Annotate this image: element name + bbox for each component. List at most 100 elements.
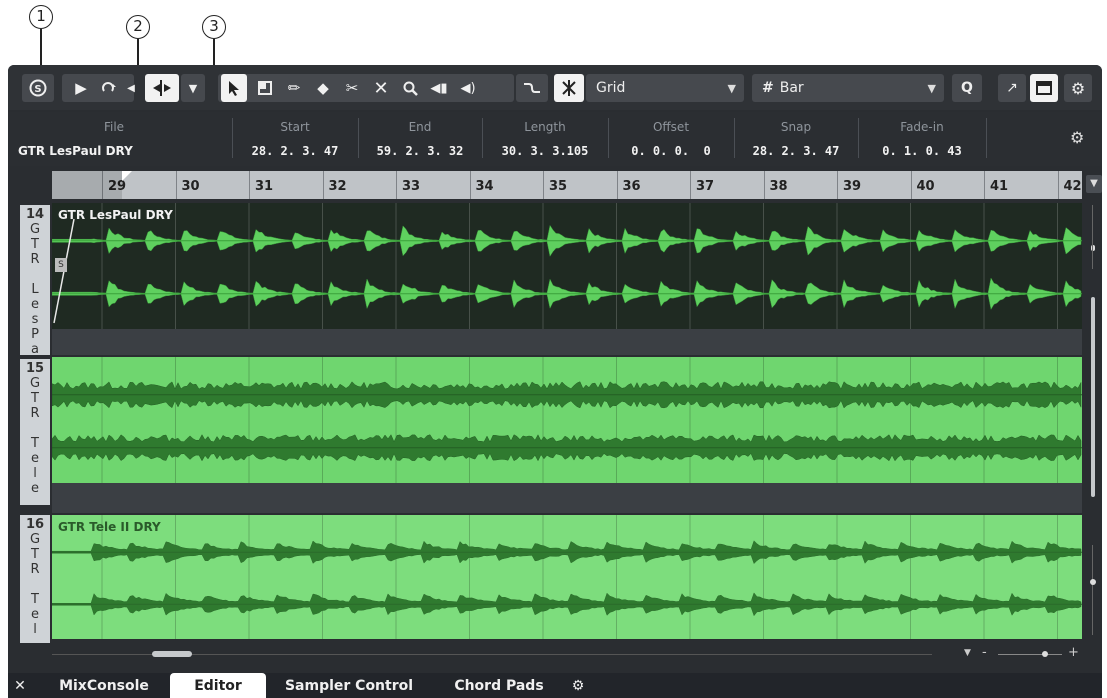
quantize-dropdown[interactable]: # Bar ▼ (752, 74, 944, 102)
horizontal-scrollbar[interactable]: ▼ - + (52, 645, 1082, 662)
tabs-settings-button[interactable]: ⚙ (564, 673, 592, 698)
zoom-slider-handle[interactable] (1042, 651, 1048, 657)
horizontal-scroll-thumb[interactable] (152, 651, 192, 657)
tab-label: MixConsole (59, 677, 149, 694)
info-line: File GTR LesPaul DRY Start 28. 2. 3. 47 … (8, 112, 1102, 166)
track-header-15[interactable]: 15 G T R Tele (20, 359, 50, 505)
snap-type-dropdown[interactable]: Grid ▼ (586, 74, 744, 102)
track-name-char: G (29, 532, 41, 547)
gear-icon: ⚙ (1070, 128, 1085, 147)
track-name-char: e (31, 481, 39, 496)
grid-snap-button[interactable] (554, 74, 584, 102)
track-name-char: R (30, 252, 40, 267)
track-name-char: G (29, 222, 41, 237)
ruler-tick (616, 171, 618, 199)
ruler-tick (984, 171, 985, 199)
info-separator (608, 118, 609, 158)
info-header: Fade-in (900, 120, 944, 134)
toolbar: S ▶ ◀ ▼ ✏ ◆ ✂ ✕ ◀▮ ◀) Grid ▼ # Bar ▼ Q ↗… (8, 65, 1102, 110)
snap-type-label: Grid (596, 80, 626, 96)
info-separator (986, 118, 987, 158)
auto-scroll-button[interactable] (145, 74, 179, 102)
range-select-icon[interactable] (252, 74, 278, 102)
mute-icon[interactable]: ✕ (368, 74, 394, 102)
info-value: 0. 0. 0. 0 (631, 144, 711, 158)
quantize-q-label: Q (961, 80, 973, 96)
ruler-tick (837, 171, 838, 199)
window-layout-button[interactable] (1030, 74, 1058, 102)
info-value: 28. 2. 3. 47 (752, 144, 840, 158)
track-name-char: T (31, 547, 39, 562)
track-header-14[interactable]: 14 G T R LesPa (20, 205, 50, 357)
close-icon: ✕ (14, 677, 26, 694)
tab-sampler-control[interactable]: Sampler Control (274, 673, 424, 698)
screenshot-root: 1 2 3 S ▶ ◀ ▼ ✏ ◆ ✂ ✕ ◀▮ ◀) Grid ▼ # Bar… (0, 0, 1107, 698)
track-number: 15 (25, 361, 45, 376)
info-header: Length (524, 120, 566, 134)
lane-gap (52, 483, 1082, 513)
settings-button[interactable]: ⚙ (1064, 74, 1092, 102)
snap-button[interactable] (516, 74, 548, 102)
audition-icon[interactable]: ◀▮ (426, 74, 452, 102)
waveform (52, 357, 1082, 483)
ruler-tick (469, 171, 471, 199)
info-col-start[interactable]: Start 28. 2. 3. 47 (234, 116, 356, 162)
zoom-in-icon[interactable]: + (1068, 645, 1079, 660)
auto-scroll-menu[interactable]: ▼ (181, 74, 205, 102)
info-header: File (103, 120, 125, 134)
quantize-label: Bar (779, 80, 804, 96)
arrow-up-right-icon: ↗ (1006, 80, 1018, 96)
track-name-char: a (31, 342, 39, 357)
info-col-end[interactable]: End 59. 2. 3. 32 (360, 116, 480, 162)
ruler-tick (690, 171, 691, 199)
loop-icon[interactable] (96, 74, 122, 102)
info-col-offset[interactable]: Offset 0. 0. 0. 0 (610, 116, 732, 162)
vertical-scrollbar[interactable] (1084, 205, 1102, 645)
info-col-snap[interactable]: Snap 28. 2. 3. 47 (736, 116, 856, 162)
ruler[interactable]: 29 30 31 32 33 34 35 36 37 38 39 40 41 42 (52, 171, 1082, 199)
zoom-menu-icon[interactable]: ▼ (964, 648, 971, 658)
ruler-menu-button[interactable]: ▼ (1086, 175, 1102, 193)
tab-chord-pads[interactable]: Chord Pads (438, 673, 560, 698)
ruler-bar-number: 32 (328, 179, 347, 194)
info-separator (358, 118, 359, 158)
draw-icon[interactable]: ✏ (281, 74, 307, 102)
grid-icon (562, 80, 576, 96)
object-select-tool[interactable] (221, 74, 247, 102)
split-icon[interactable]: ✂ (339, 74, 365, 102)
info-header: Offset (652, 120, 690, 134)
close-lower-zone-button[interactable]: ✕ (8, 673, 32, 698)
audio-lane-15[interactable] (52, 357, 1082, 483)
zoom-out-icon[interactable]: - (982, 645, 987, 660)
audio-lane-14[interactable]: GTR LesPaul DRY S (52, 203, 1082, 329)
event-start-marker[interactable] (122, 171, 132, 181)
chevron-down-icon: ▼ (927, 81, 936, 95)
info-header: Start (280, 120, 310, 134)
track-header-16[interactable]: 16 G T R Tel (20, 515, 50, 643)
info-col-fade-in[interactable]: Fade-in 0. 1. 0. 43 (860, 116, 984, 162)
ruler-tick (763, 171, 765, 199)
tab-editor[interactable]: Editor (170, 673, 266, 698)
vertical-zoom-handle-2[interactable] (1090, 579, 1096, 585)
solo-button[interactable]: S (22, 74, 54, 102)
audio-lane-16[interactable]: GTR Tele II DRY (52, 515, 1082, 639)
zoom-icon[interactable] (397, 74, 423, 102)
track-name-char: R (30, 406, 40, 421)
track-name-char: s (31, 312, 39, 327)
info-col-file[interactable]: File GTR LesPaul DRY (14, 116, 224, 162)
svg-text:S: S (34, 84, 41, 95)
info-col-length[interactable]: Length 30. 3. 3.105 (484, 116, 606, 162)
tab-mixconsole[interactable]: MixConsole (42, 673, 166, 698)
vertical-scroll-thumb[interactable] (1091, 297, 1095, 497)
info-line-settings-button[interactable]: ⚙ (1070, 128, 1084, 147)
open-window-button[interactable]: ↗ (998, 74, 1026, 102)
info-value: 30. 3. 3.105 (501, 144, 589, 158)
erase-icon[interactable]: ◆ (310, 74, 336, 102)
ruler-bar-number: 41 (990, 179, 1009, 194)
speaker-icon[interactable]: ◀) (455, 74, 481, 102)
quantize-button[interactable]: Q (952, 74, 982, 102)
play-icon[interactable]: ▶ (68, 74, 94, 102)
sample-editor-window: S ▶ ◀ ▼ ✏ ◆ ✂ ✕ ◀▮ ◀) Grid ▼ # Bar ▼ Q ↗… (8, 65, 1102, 698)
waveform (52, 515, 1082, 639)
auto-scroll-icon[interactable]: ◀ (124, 74, 138, 102)
